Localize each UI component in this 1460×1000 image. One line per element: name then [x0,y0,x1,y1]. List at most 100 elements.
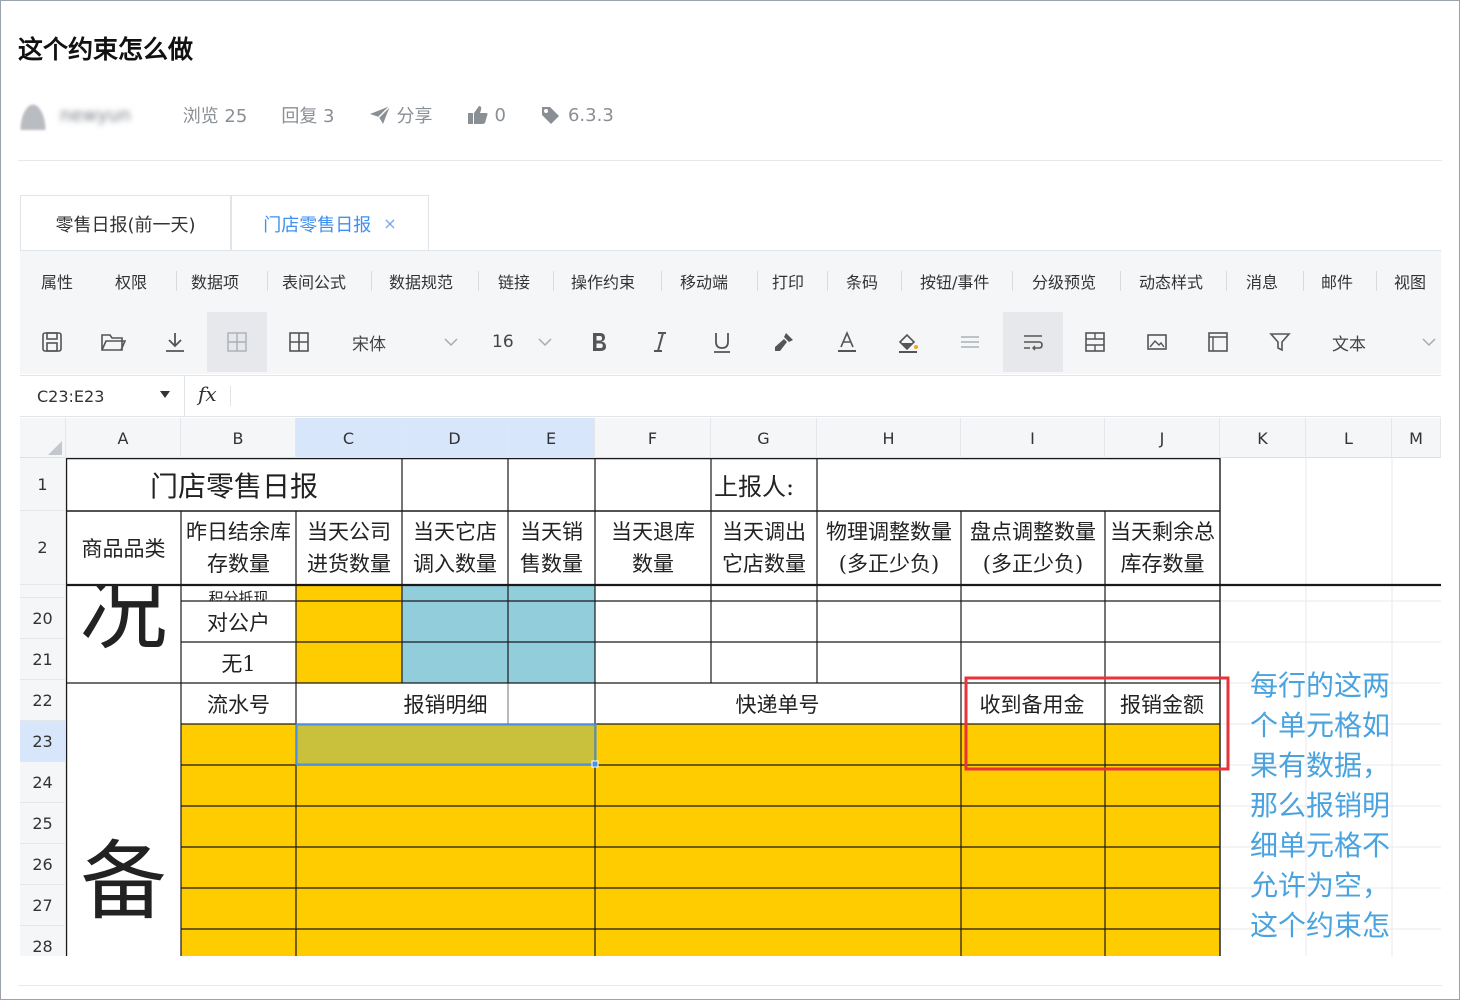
frame-icon[interactable] [1188,312,1248,372]
number-format-select[interactable]: 文本 [1332,310,1436,374]
header-d[interactable]: 当天它店 调入数量 [402,511,508,585]
font-size-select[interactable]: 16 [492,310,552,374]
merge-icon[interactable] [1065,312,1125,372]
cell-B20[interactable]: 对公户 [181,601,296,642]
download-icon[interactable] [145,312,205,372]
divider [18,160,1442,161]
row-header-22[interactable]: 22 [20,680,66,721]
italic-icon[interactable] [630,312,690,372]
font-family-select[interactable]: 宋体 [352,310,458,374]
menu-item[interactable]: 消息 [1246,251,1278,311]
tab-store-retail-daily[interactable]: 门店零售日报 × [231,195,429,251]
cell-B22-serial[interactable]: 流水号 [181,683,296,724]
menu-item[interactable]: 表间公式 [282,251,346,311]
column-header-c[interactable]: C [296,418,402,458]
menu-item[interactable]: 移动端 [680,251,728,311]
cell-B19-partial[interactable]: 积分抵现 [181,585,296,601]
menu-item[interactable]: 邮件 [1321,251,1353,311]
row-header-28[interactable]: 28 [20,926,66,956]
menu-item[interactable]: 按钮/事件 [920,251,989,311]
fx-icon: fx [198,382,217,406]
header-g[interactable]: 当天调出 它店数量 [711,511,817,585]
close-icon[interactable]: × [383,214,396,233]
font-color-icon[interactable] [817,312,877,372]
cell-G1-reporter[interactable]: 上报人: [711,458,817,511]
menu-item[interactable]: 操作约束 [571,251,635,311]
cell-B21[interactable]: 无1 [181,642,296,683]
header-i[interactable]: 盘点调整数量 (多正少负) [961,511,1105,585]
header-j[interactable]: 当天剩余总 库存数量 [1105,511,1220,585]
cell-reference-box[interactable]: C23:E23 [20,376,185,416]
menu-item[interactable]: 链接 [498,251,530,311]
menu-item[interactable]: 属性 [41,251,73,311]
column-header-b[interactable]: B [181,418,296,458]
column-header-j[interactable]: J [1105,418,1220,458]
cell-J22-reimburse[interactable]: 报销金额 [1104,683,1220,724]
header-b[interactable]: 昨日结余库 存数量 [181,511,296,585]
header-category[interactable]: 商品品类 [66,511,181,585]
like-button[interactable]: 0 [467,105,506,126]
table-icon[interactable] [269,312,329,372]
grid-border-icon[interactable] [207,312,267,372]
cell-C22-detail[interactable]: 报销明细 [296,683,595,724]
corner-cell[interactable] [20,418,66,458]
row-header-23[interactable]: 23 [20,721,66,762]
menu-item[interactable]: 条码 [846,251,878,311]
replies-count[interactable]: 回复 3 [281,102,334,128]
menu-item[interactable]: 动态样式 [1139,251,1203,311]
header-f[interactable]: 当天退库 数量 [595,511,711,585]
cell-A-big-char-kuang[interactable]: 况 [66,585,181,681]
header-h[interactable]: 物理调整数量 (多正少负) [817,511,961,585]
column-header-h[interactable]: H [817,418,961,458]
tab-retail-daily-prev[interactable]: 零售日报(前一天) [20,195,231,251]
menu-item[interactable]: 打印 [772,251,804,311]
row-header-24[interactable]: 24 [20,762,66,803]
header-line: (多正少负) [838,552,940,576]
align-icon[interactable] [940,312,1000,372]
fill-handle[interactable] [591,760,599,768]
menu-separator [176,271,177,291]
column-header-d[interactable]: D [402,418,508,458]
cell-F22-express[interactable]: 快递单号 [595,683,960,724]
row-header-2[interactable]: 2 [20,511,66,585]
underline-icon[interactable] [692,312,752,372]
menu-item[interactable]: 权限 [115,251,147,311]
save-icon[interactable] [22,312,82,372]
row-header-1[interactable]: 1 [20,458,66,511]
row-header-25[interactable]: 25 [20,803,66,844]
row-header-19-partial[interactable] [20,585,66,598]
column-header-i[interactable]: I [961,418,1105,458]
header-c[interactable]: 当天公司 进货数量 [296,511,402,585]
column-header-m[interactable]: M [1392,418,1441,458]
open-folder-icon[interactable] [83,312,143,372]
cell-I22-petty-cash[interactable]: 收到备用金 [960,683,1104,724]
row-header-26[interactable]: 26 [20,844,66,885]
column-header-e[interactable]: E [508,418,595,458]
cell-A1-title[interactable]: 门店零售日报 [66,458,402,511]
column-header-a[interactable]: A [66,418,181,458]
menu-item[interactable]: 数据规范 [389,251,453,311]
menu-item[interactable]: 分级预览 [1032,251,1096,311]
menu-item[interactable]: 数据项 [191,251,239,311]
share-button[interactable]: 分享 [369,102,433,128]
row-header-27[interactable]: 27 [20,885,66,926]
column-header-k[interactable]: K [1220,418,1306,458]
header-e[interactable]: 当天销 售数量 [508,511,595,585]
filter-icon[interactable] [1250,312,1310,372]
row-header-20[interactable]: 20 [20,598,66,639]
username[interactable]: newyun [60,105,131,126]
column-header-g[interactable]: G [711,418,817,458]
caret-down-icon[interactable] [160,391,170,398]
avatar[interactable] [18,100,48,130]
row-header-21[interactable]: 21 [20,639,66,680]
column-header-l[interactable]: L [1306,418,1392,458]
column-header-f[interactable]: F [595,418,711,458]
menu-item[interactable]: 视图 [1394,251,1426,311]
bold-icon[interactable] [569,312,629,372]
format-painter-icon[interactable] [754,312,814,372]
image-icon[interactable] [1127,312,1187,372]
cell-A-big-char-bei[interactable]: 备 [66,818,181,932]
like-count: 0 [494,104,506,126]
wrap-text-icon[interactable] [1003,312,1063,372]
fill-color-icon[interactable] [878,312,938,372]
